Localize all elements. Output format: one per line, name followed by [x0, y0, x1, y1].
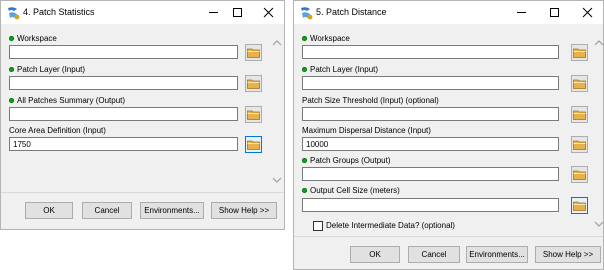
ok-button[interactable]: OK	[350, 246, 400, 263]
folder-icon	[573, 140, 586, 150]
delete-intermediate-label: Delete Intermediate Data? (optional)	[326, 221, 455, 230]
patch-distance-dialog: 5. Patch Distance Workspace Patch Layer …	[293, 0, 604, 270]
window-title: 4. Patch Statistics	[23, 7, 95, 17]
window-title: 5. Patch Distance	[316, 7, 387, 17]
param-label-workspace: Workspace	[9, 34, 57, 43]
patch-size-threshold-input[interactable]	[302, 107, 559, 121]
required-dot-icon	[302, 158, 307, 163]
patch-layer-input[interactable]	[9, 76, 238, 90]
close-button[interactable]	[569, 1, 603, 24]
folder-icon	[573, 201, 586, 211]
show-help-button[interactable]: Show Help >>	[211, 202, 277, 219]
cancel-button[interactable]: Cancel	[82, 202, 132, 219]
output-cell-size-browse-button[interactable]	[571, 197, 588, 214]
param-label-workspace: Workspace	[302, 34, 350, 43]
maximize-icon	[232, 8, 242, 17]
minimize-button[interactable]	[503, 1, 539, 24]
close-button[interactable]	[250, 1, 284, 24]
required-dot-icon	[9, 98, 14, 103]
folder-icon	[573, 110, 586, 120]
workspace-browse-button[interactable]	[245, 44, 262, 61]
param-label-patch-layer: Patch Layer (Input)	[302, 65, 378, 74]
chevron-up-icon	[272, 40, 282, 46]
environments-button[interactable]: Environments...	[466, 246, 528, 263]
folder-icon	[247, 140, 260, 150]
cancel-button[interactable]: Cancel	[408, 246, 460, 263]
required-dot-icon	[302, 188, 307, 193]
param-label-all-patches-summary: All Patches Summary (Output)	[9, 96, 125, 105]
delete-intermediate-checkbox[interactable]	[313, 221, 323, 231]
chevron-down-icon	[272, 177, 282, 183]
maximize-icon	[549, 8, 559, 17]
folder-icon	[573, 170, 586, 180]
workspace-input[interactable]	[9, 45, 238, 59]
required-dot-icon	[9, 36, 14, 41]
folder-icon	[573, 79, 586, 89]
button-separator	[1, 192, 284, 193]
scroll-down-arrow[interactable]	[271, 174, 283, 186]
core-area-definition-browse-button[interactable]	[245, 136, 262, 153]
required-dot-icon	[302, 67, 307, 72]
minimize-icon	[516, 12, 526, 13]
close-icon	[263, 7, 273, 18]
folder-icon	[573, 48, 586, 58]
environments-button[interactable]: Environments...	[140, 202, 204, 219]
workspace-browse-button[interactable]	[571, 44, 588, 61]
chevron-down-icon	[594, 221, 603, 227]
folder-icon	[247, 48, 260, 58]
patch-groups-input[interactable]	[302, 167, 559, 181]
folder-icon	[247, 110, 260, 120]
maximum-dispersal-distance-browse-button[interactable]	[571, 136, 588, 153]
patch-layer-browse-button[interactable]	[571, 75, 588, 92]
scroll-up-arrow[interactable]	[593, 37, 603, 49]
patch-layer-input[interactable]	[302, 76, 559, 90]
workspace-input[interactable]	[302, 45, 559, 59]
core-area-definition-input[interactable]: 1750	[9, 137, 238, 151]
ok-button[interactable]: OK	[25, 202, 73, 219]
scroll-down-arrow[interactable]	[593, 218, 603, 230]
toolbox-script-icon	[8, 7, 20, 20]
maximize-button[interactable]	[536, 1, 572, 24]
toolbox-script-icon	[301, 7, 313, 20]
chevron-up-icon	[594, 40, 603, 46]
param-label-patch-groups: Patch Groups (Output)	[302, 156, 390, 165]
button-separator	[294, 236, 603, 237]
folder-icon	[247, 79, 260, 89]
scroll-up-arrow[interactable]	[271, 37, 283, 49]
output-cell-size-input[interactable]	[302, 198, 559, 212]
param-label-output-cell-size: Output Cell Size (meters)	[302, 186, 400, 195]
minimize-icon	[208, 12, 218, 13]
required-dot-icon	[302, 36, 307, 41]
required-dot-icon	[9, 67, 14, 72]
patch-statistics-dialog: 4. Patch Statistics Workspace Patch Laye…	[0, 0, 285, 230]
param-label-patch-layer: Patch Layer (Input)	[9, 65, 85, 74]
parameters-panel: Workspace Patch Layer (Input) All Patche…	[1, 24, 284, 229]
param-label-patch-size-threshold: Patch Size Threshold (Input) (optional)	[302, 96, 439, 105]
all-patches-summary-input[interactable]	[9, 107, 238, 121]
param-label-maximum-dispersal-distance: Maximum Dispersal Distance (Input)	[302, 126, 431, 135]
param-label-core-area-definition: Core Area Definition (Input)	[9, 126, 106, 135]
patch-groups-browse-button[interactable]	[571, 166, 588, 183]
patch-size-threshold-browse-button[interactable]	[571, 106, 588, 123]
parameters-panel: Workspace Patch Layer (Input) Patch Size…	[294, 24, 603, 269]
all-patches-summary-browse-button[interactable]	[245, 106, 262, 123]
title-bar[interactable]: 4. Patch Statistics	[1, 1, 284, 24]
maximum-dispersal-distance-input[interactable]: 10000	[302, 137, 559, 151]
title-bar[interactable]: 5. Patch Distance	[294, 1, 603, 24]
patch-layer-browse-button[interactable]	[245, 75, 262, 92]
show-help-button[interactable]: Show Help >>	[535, 246, 601, 263]
close-icon	[582, 7, 592, 18]
